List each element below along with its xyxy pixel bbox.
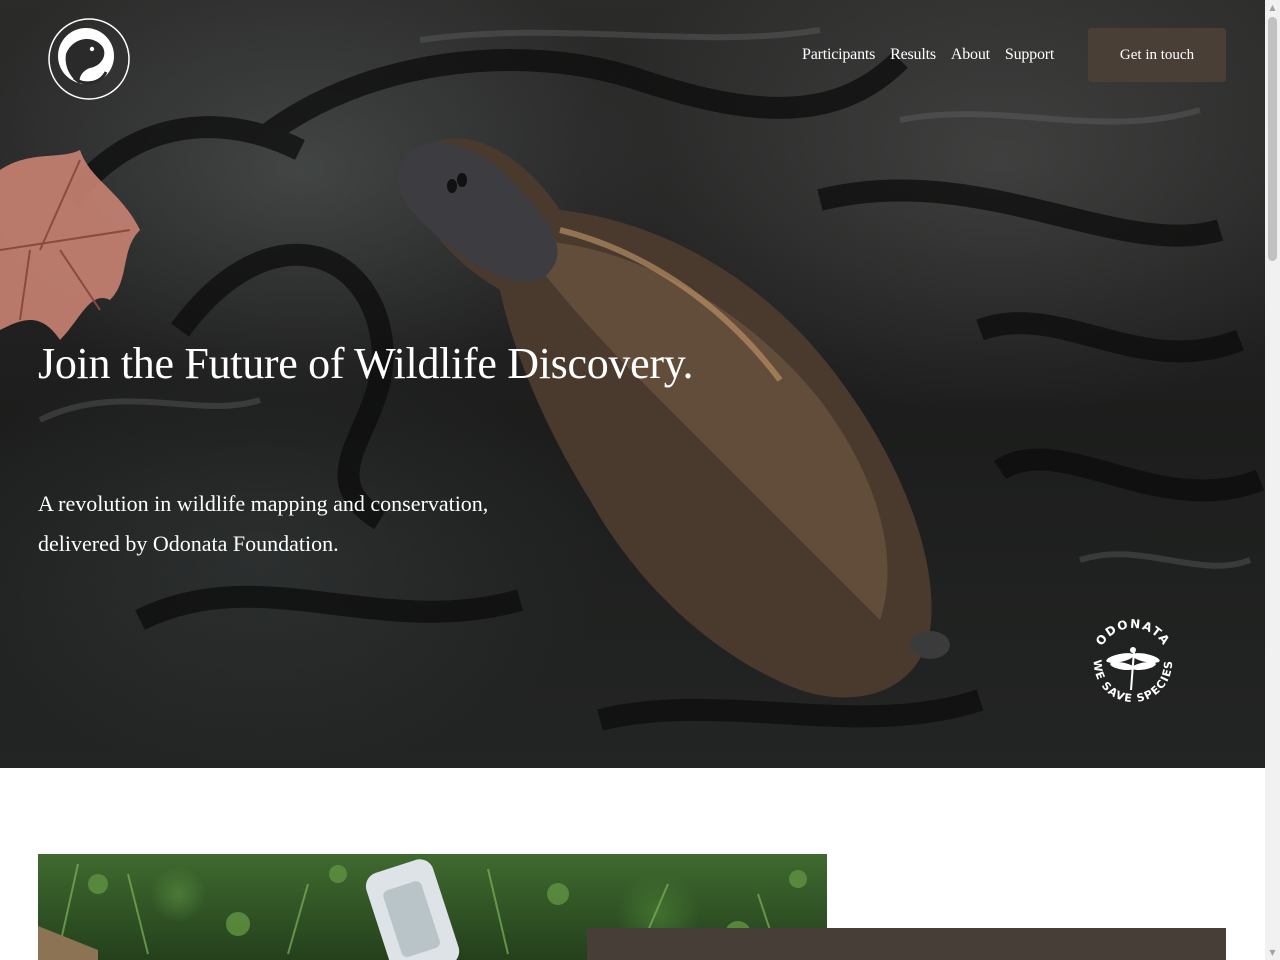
dragonfly-icon: [1106, 647, 1160, 690]
hero-subtitle-line-2: delivered by Odonata Foundation.: [38, 531, 339, 556]
page-scrollbar[interactable]: ▲ ▼: [1265, 0, 1280, 960]
badge-text-top: ODONATA: [1093, 617, 1172, 649]
scroll-down-arrow-icon[interactable]: ▼: [1265, 945, 1280, 960]
svg-text:ODONATA: ODONATA: [1093, 617, 1173, 649]
hero-subtitle: A revolution in wildlife mapping and con…: [38, 484, 558, 564]
platypus-logo-icon[interactable]: [44, 14, 134, 104]
scrollbar-thumb[interactable]: [1268, 17, 1277, 261]
get-in-touch-button[interactable]: Get in touch: [1088, 28, 1226, 82]
odonata-badge[interactable]: ODONATA WE SAVE SPECIES: [1082, 612, 1184, 714]
hero-section: Participants Results About Support Get i…: [0, 0, 1265, 768]
nav-item-about[interactable]: About: [951, 44, 990, 66]
nav-item-results[interactable]: Results: [890, 44, 936, 66]
nav-item-participants[interactable]: Participants: [802, 44, 875, 66]
intro-panel: [587, 928, 1226, 960]
scroll-up-arrow-icon[interactable]: ▲: [1265, 0, 1280, 15]
hero-title: Join the Future of Wildlife Discovery.: [38, 339, 694, 388]
hero-subtitle-line-1: A revolution in wildlife mapping and con…: [38, 491, 489, 516]
main-nav: Participants Results About Support: [802, 44, 1054, 66]
nav-item-support[interactable]: Support: [1005, 44, 1054, 66]
